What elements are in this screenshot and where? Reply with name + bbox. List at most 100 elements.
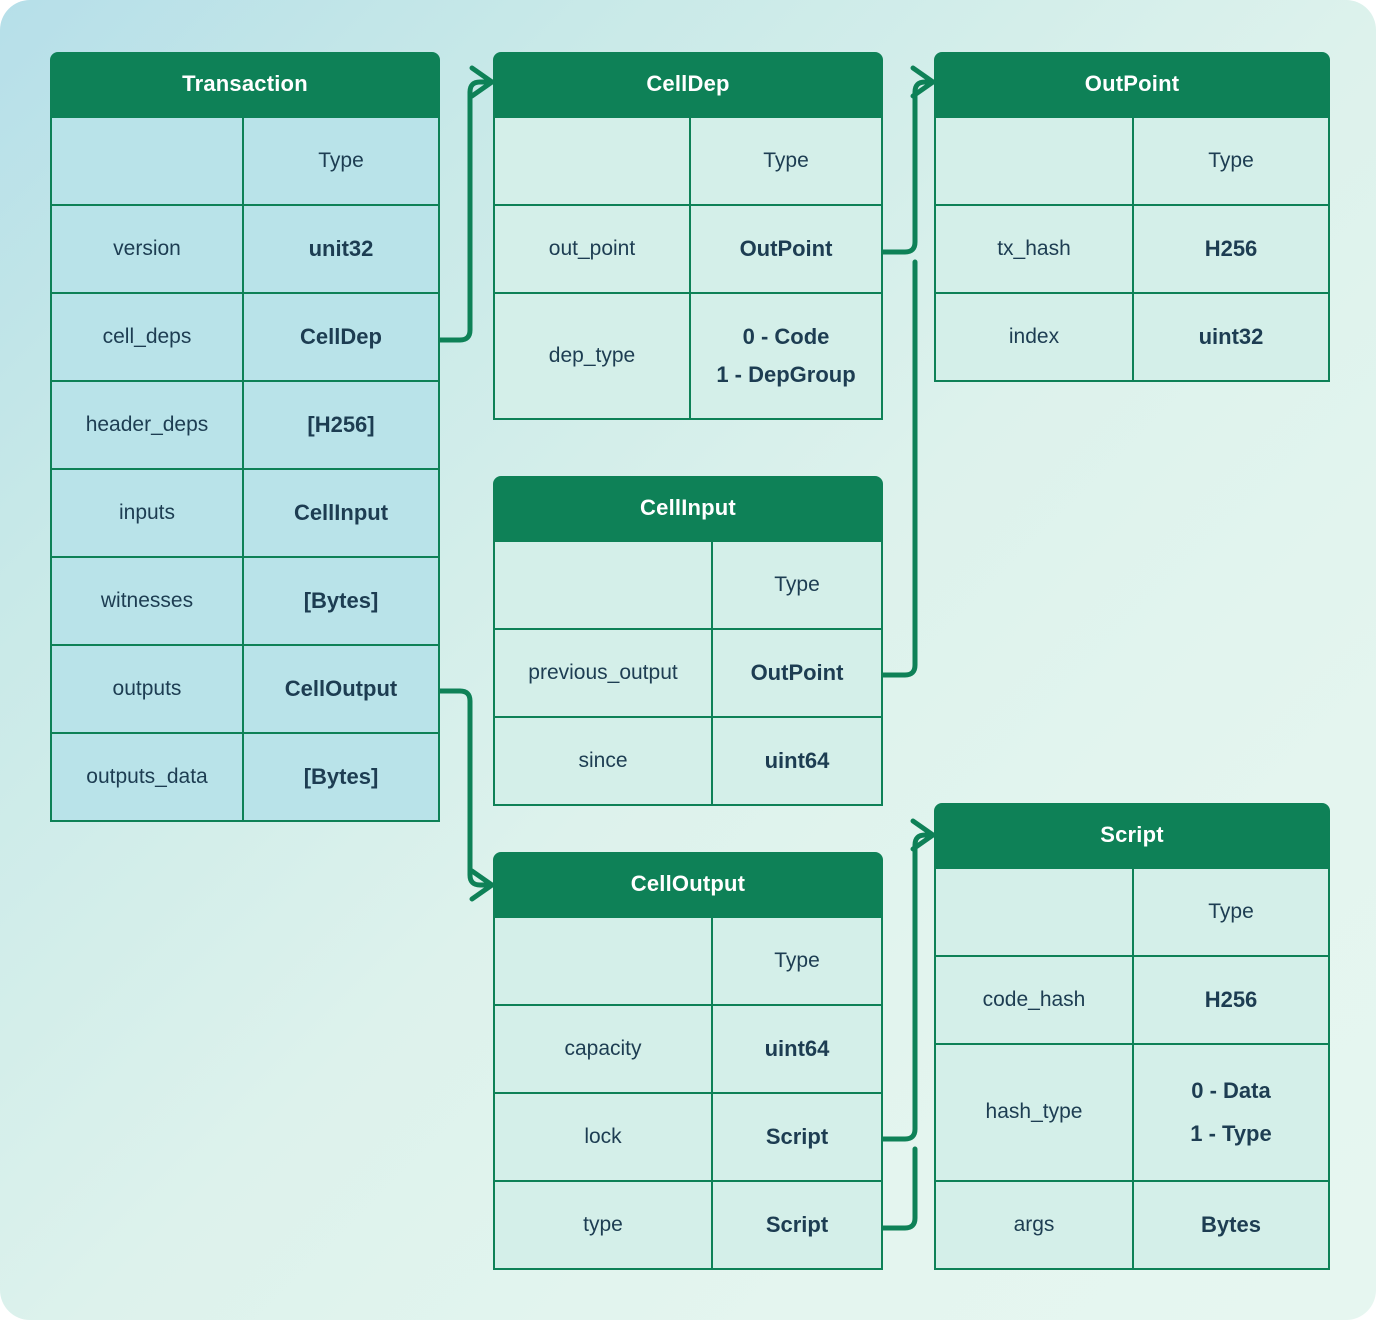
table-row: version unit32 — [52, 206, 440, 294]
outpoint-col-name-header — [936, 118, 1134, 206]
table-row: witnesses [Bytes] — [52, 558, 440, 646]
entity-cellinput: CellInput Type previous_output OutPoint … — [493, 476, 883, 806]
celloutput-field-type-type: Script — [713, 1182, 883, 1270]
entity-script: Script Type code_hash H256 hash_type 0 -… — [934, 803, 1330, 1270]
entity-outpoint: OutPoint Type tx_hash H256 index uint32 — [934, 52, 1330, 382]
table-row: code_hash H256 — [936, 957, 1330, 1045]
cellinput-field-since-name: since — [495, 718, 713, 806]
script-field-hash-type-name: hash_type — [936, 1045, 1134, 1182]
transaction-field-outputs-name: outputs — [52, 646, 244, 734]
connector-celldep-outpoint-to-outpoint — [879, 65, 937, 255]
entity-celloutput: CellOutput Type capacity uint64 lock Scr… — [493, 852, 883, 1270]
outpoint-field-tx-hash-type: H256 — [1134, 206, 1330, 294]
transaction-field-version-type: unit32 — [244, 206, 440, 294]
celloutput-field-capacity-type: uint64 — [713, 1006, 883, 1094]
table-row: outputs_data [Bytes] — [52, 734, 440, 822]
table-row: tx_hash H256 — [936, 206, 1330, 294]
entity-cellinput-title: CellInput — [493, 476, 883, 540]
cellinput-col-type-header: Type — [713, 542, 883, 630]
entity-celldep-title: CellDep — [493, 52, 883, 116]
diagram-canvas: Transaction Type version unit32 cell_dep… — [0, 0, 1376, 1320]
connector-cellinput-previousoutput-to-outpoint — [879, 259, 918, 678]
script-hash-type-option-1: 1 - Type — [1190, 1120, 1272, 1146]
table-row: previous_output OutPoint — [495, 630, 883, 718]
transaction-field-witnesses-type: [Bytes] — [244, 558, 440, 646]
cellinput-field-previous-output-name: previous_output — [495, 630, 713, 718]
script-field-hash-type-type: 0 - Data 1 - Type — [1134, 1045, 1330, 1182]
script-field-args-name: args — [936, 1182, 1134, 1270]
table-row: lock Script — [495, 1094, 883, 1182]
transaction-field-inputs-type: CellInput — [244, 470, 440, 558]
celloutput-col-name-header — [495, 918, 713, 1006]
celloutput-field-lock-type: Script — [713, 1094, 883, 1182]
transaction-field-outputs-data-name: outputs_data — [52, 734, 244, 822]
transaction-field-cell-deps-type: CellDep — [244, 294, 440, 382]
outpoint-field-tx-hash-name: tx_hash — [936, 206, 1134, 294]
script-hash-type-option-0: 0 - Data — [1191, 1078, 1271, 1104]
table-row: since uint64 — [495, 718, 883, 806]
outpoint-col-type-header: Type — [1134, 118, 1330, 206]
table-row: Type — [936, 869, 1330, 957]
connector-transaction-celldeps-to-celldep — [437, 65, 496, 343]
transaction-field-header-deps-type: [H256] — [244, 382, 440, 470]
table-row: cell_deps CellDep — [52, 294, 440, 382]
celloutput-field-type-name: type — [495, 1182, 713, 1270]
transaction-field-inputs-name: inputs — [52, 470, 244, 558]
celldep-field-dep-type-type: 0 - Code 1 - DepGroup — [691, 294, 883, 420]
celldep-field-out-point-type: OutPoint — [691, 206, 883, 294]
table-row: Type — [52, 118, 440, 206]
transaction-field-version-name: version — [52, 206, 244, 294]
celldep-dep-type-option-1: 1 - DepGroup — [716, 362, 856, 387]
entity-celldep-grid: Type out_point OutPoint dep_type 0 - Cod… — [493, 116, 883, 420]
table-row: Type — [495, 118, 883, 206]
table-row: inputs CellInput — [52, 470, 440, 558]
celloutput-col-type-header: Type — [713, 918, 883, 1006]
script-field-code-hash-type: H256 — [1134, 957, 1330, 1045]
cellinput-col-name-header — [495, 542, 713, 630]
celldep-field-out-point-name: out_point — [495, 206, 691, 294]
entity-outpoint-title: OutPoint — [934, 52, 1330, 116]
table-row: index uint32 — [936, 294, 1330, 382]
celloutput-field-lock-name: lock — [495, 1094, 713, 1182]
transaction-field-witnesses-name: witnesses — [52, 558, 244, 646]
script-col-name-header — [936, 869, 1134, 957]
table-row: Type — [495, 542, 883, 630]
table-row: out_point OutPoint — [495, 206, 883, 294]
transaction-col-name-header — [52, 118, 244, 206]
cellinput-field-since-type: uint64 — [713, 718, 883, 806]
outpoint-field-index-type: uint32 — [1134, 294, 1330, 382]
celldep-col-name-header — [495, 118, 691, 206]
entity-transaction: Transaction Type version unit32 cell_dep… — [50, 52, 440, 822]
entity-celloutput-grid: Type capacity uint64 lock Script type Sc… — [493, 916, 883, 1270]
transaction-field-header-deps-name: header_deps — [52, 382, 244, 470]
entity-celldep: CellDep Type out_point OutPoint dep_type… — [493, 52, 883, 420]
transaction-col-type-header: Type — [244, 118, 440, 206]
entity-script-grid: Type code_hash H256 hash_type 0 - Data 1… — [934, 867, 1330, 1270]
script-field-args-type: Bytes — [1134, 1182, 1330, 1270]
table-row: capacity uint64 — [495, 1006, 883, 1094]
table-row: Type — [495, 918, 883, 1006]
table-row: Type — [936, 118, 1330, 206]
celloutput-field-capacity-name: capacity — [495, 1006, 713, 1094]
cellinput-field-previous-output-type: OutPoint — [713, 630, 883, 718]
table-row: dep_type 0 - Code 1 - DepGroup — [495, 294, 883, 420]
connector-celloutput-type-to-script — [879, 1146, 918, 1231]
transaction-field-cell-deps-name: cell_deps — [52, 294, 244, 382]
transaction-field-outputs-data-type: [Bytes] — [244, 734, 440, 822]
table-row: header_deps [H256] — [52, 382, 440, 470]
entity-celloutput-title: CellOutput — [493, 852, 883, 916]
connector-celloutput-lock-to-script — [879, 818, 937, 1142]
transaction-field-outputs-type: CellOutput — [244, 646, 440, 734]
script-field-code-hash-name: code_hash — [936, 957, 1134, 1045]
connector-transaction-outputs-to-celloutput — [437, 688, 496, 902]
entity-cellinput-grid: Type previous_output OutPoint since uint… — [493, 540, 883, 806]
entity-outpoint-grid: Type tx_hash H256 index uint32 — [934, 116, 1330, 382]
entity-transaction-title: Transaction — [50, 52, 440, 116]
table-row: args Bytes — [936, 1182, 1330, 1270]
entity-script-title: Script — [934, 803, 1330, 867]
table-row: hash_type 0 - Data 1 - Type — [936, 1045, 1330, 1182]
outpoint-field-index-name: index — [936, 294, 1134, 382]
celldep-dep-type-option-0: 0 - Code — [742, 323, 830, 349]
celldep-col-type-header: Type — [691, 118, 883, 206]
table-row: type Script — [495, 1182, 883, 1270]
